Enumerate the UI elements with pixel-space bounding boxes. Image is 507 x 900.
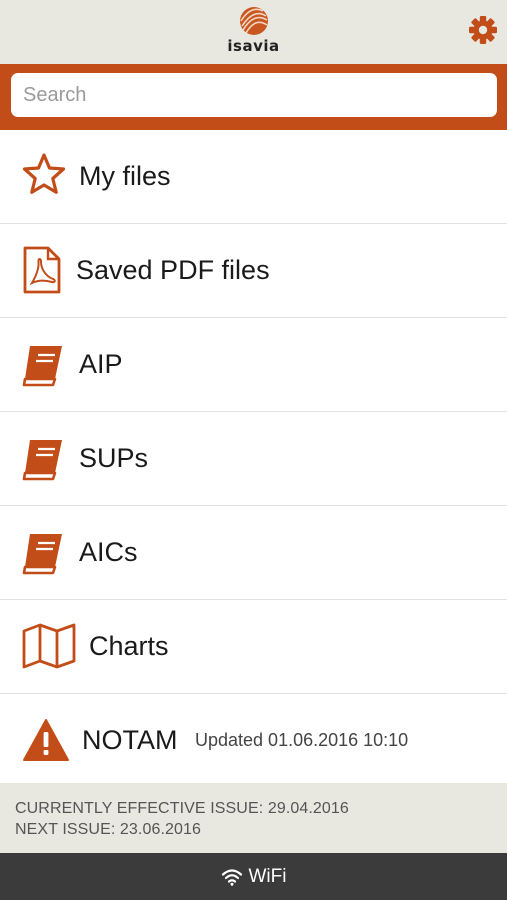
menu-item-aics[interactable]: AICs	[0, 506, 507, 600]
app-header: isavia	[0, 0, 507, 64]
menu-label-aip: AIP	[79, 349, 123, 379]
menu-label-charts: Charts	[89, 631, 169, 661]
next-issue-text: NEXT ISSUE: 23.06.2016	[15, 821, 202, 838]
wifi-icon	[221, 868, 242, 886]
menu-label-my-files: My files	[79, 161, 171, 191]
map-icon	[22, 623, 76, 669]
menu-item-my-files[interactable]: My files	[0, 130, 507, 224]
menu-label-saved-pdf-files: Saved PDF files	[76, 255, 270, 285]
notam-updated-text: Updated 01.06.2016 10:10	[195, 730, 409, 750]
warning-icon	[23, 719, 69, 761]
settings-button[interactable]	[467, 14, 499, 46]
star-icon	[22, 153, 66, 194]
main-menu: My files Saved PDF files AIP SUPs AICs C…	[0, 130, 507, 788]
search-input[interactable]	[11, 73, 497, 117]
pdf-file-icon	[23, 246, 61, 294]
isavia-logo-mark	[239, 7, 268, 35]
book-icon	[22, 440, 62, 481]
menu-item-notam[interactable]: NOTAM Updated 01.06.2016 10:10	[0, 694, 507, 788]
book-icon	[22, 346, 62, 387]
search-bar	[0, 64, 507, 130]
connection-label: WiFi	[248, 865, 287, 887]
gear-icon	[469, 16, 497, 44]
current-issue-text: CURRENTLY EFFECTIVE ISSUE: 29.04.2016	[15, 800, 349, 817]
isavia-logo: isavia	[0, 6, 507, 55]
menu-item-charts[interactable]: Charts	[0, 600, 507, 694]
book-icon	[22, 534, 62, 575]
menu-item-saved-pdf-files[interactable]: Saved PDF files	[0, 224, 507, 318]
menu-label-sups: SUPs	[79, 443, 149, 473]
menu-item-sups[interactable]: SUPs	[0, 412, 507, 506]
issue-info-panel: CURRENTLY EFFECTIVE ISSUE: 29.04.2016 NE…	[0, 783, 507, 853]
connection-status-bar: WiFi	[0, 853, 507, 900]
menu-label-notam: NOTAM	[82, 725, 178, 755]
logo-text: isavia	[227, 37, 280, 55]
menu-label-aics: AICs	[79, 537, 138, 567]
menu-item-aip[interactable]: AIP	[0, 318, 507, 412]
